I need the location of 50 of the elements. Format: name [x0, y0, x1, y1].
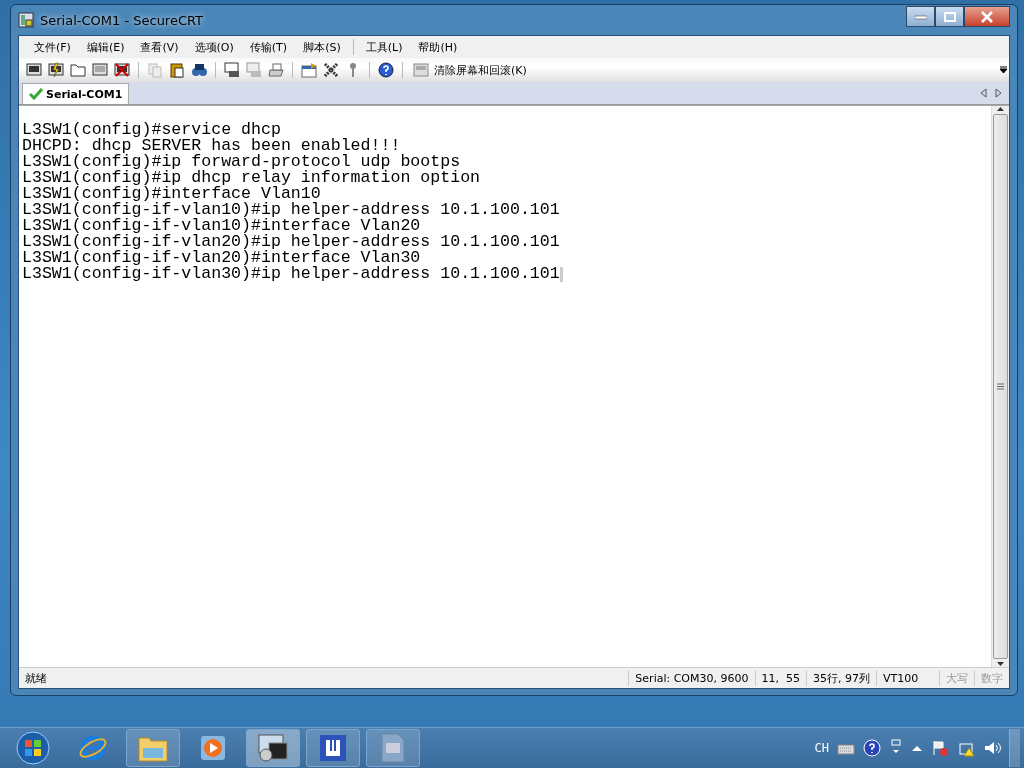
app-window-icon — [18, 12, 34, 28]
toolbar-overflow-icon[interactable] — [1000, 66, 1007, 74]
key-indicator: 数字 — [981, 670, 1003, 686]
document-taskbar-icon[interactable] — [366, 729, 420, 767]
emulation-type: VT100 — [883, 671, 919, 685]
cursor-position: 11, 55 — [761, 671, 800, 685]
terminal-output: L3SW1(config)#service dhcp DHCPD: dhcp SERVER has been enabled!!! L3SW1(config)#ip forward-protocol udp bootps L3SW1(config)#ip dhcp relay information option L3SW1(config)#interface Vlan10 L3SW1(config-if-vlan10)#ip helper-address 10.1.100.101 L3SW1(config-if-vlan10)#interface Vlan20 L3SW1(config-if-vlan20)#ip helper-address 10.1.100.101 L3SW1(config-if-vlan20)#interface Vlan30 L3SW1(config-if-vlan30)#ip helper-address 10.1.100.101 — [19, 106, 991, 667]
menu-item[interactable]: 脚本(S) — [296, 37, 348, 57]
input-language[interactable]: CH — [814, 741, 829, 755]
printer-icon[interactable] — [267, 61, 285, 79]
maximize-button[interactable] — [935, 6, 964, 27]
status-message: 就绪 — [25, 670, 47, 686]
close-icon — [980, 10, 994, 23]
scroll-down-icon[interactable] — [996, 661, 1005, 667]
key-indicator: 大写 — [946, 670, 968, 686]
disconnect-icon[interactable] — [113, 61, 131, 79]
clear-screen-icon — [412, 61, 430, 79]
connection-info: Serial: COM30, 9600 — [635, 671, 749, 685]
tools-icon[interactable] — [322, 61, 340, 79]
tab-left-icon[interactable] — [979, 88, 987, 98]
flag-error-icon[interactable] — [931, 739, 949, 757]
lightning-computer-icon[interactable] — [47, 61, 65, 79]
writer-taskbar-icon[interactable] — [306, 729, 360, 767]
folder-taskbar-icon[interactable] — [126, 729, 180, 767]
terminal-app-taskbar-icon[interactable] — [246, 729, 300, 767]
session-tab[interactable]: Serial-COM1 — [22, 83, 130, 104]
screen-print-icon[interactable] — [223, 61, 241, 79]
paste-icon[interactable] — [168, 61, 186, 79]
speaker-icon[interactable] — [983, 739, 1001, 757]
tab-right-icon[interactable] — [995, 88, 1003, 98]
checkmark-icon — [29, 88, 43, 100]
minimize-button[interactable] — [906, 6, 935, 27]
menu-item[interactable]: 文件(F) — [27, 37, 78, 57]
terminal-size: 35行, 97列 — [813, 670, 870, 686]
menu-item[interactable]: 工具(L) — [358, 37, 410, 57]
menu-item[interactable]: 帮助(H) — [411, 37, 465, 57]
show-hidden-icons[interactable] — [911, 743, 923, 753]
binoculars-icon[interactable] — [190, 61, 208, 79]
help-icon[interactable] — [377, 61, 395, 79]
window-title: Serial-COM1 - SecureCRT — [40, 12, 205, 28]
maximize-icon — [943, 11, 956, 22]
menu-item[interactable]: 传输(T) — [242, 37, 295, 57]
menu-item[interactable]: 编辑(E) — [79, 37, 132, 57]
menu-item[interactable]: 选项(O) — [187, 37, 241, 57]
settings-window-icon[interactable] — [300, 61, 318, 79]
minimize-icon — [914, 13, 927, 20]
computer-icon[interactable] — [25, 61, 43, 79]
close-button[interactable] — [964, 6, 1010, 27]
clear-screen-button[interactable]: 清除屏幕和回滚(K) — [410, 61, 529, 79]
menu-item[interactable]: 查看(V) — [133, 37, 186, 57]
